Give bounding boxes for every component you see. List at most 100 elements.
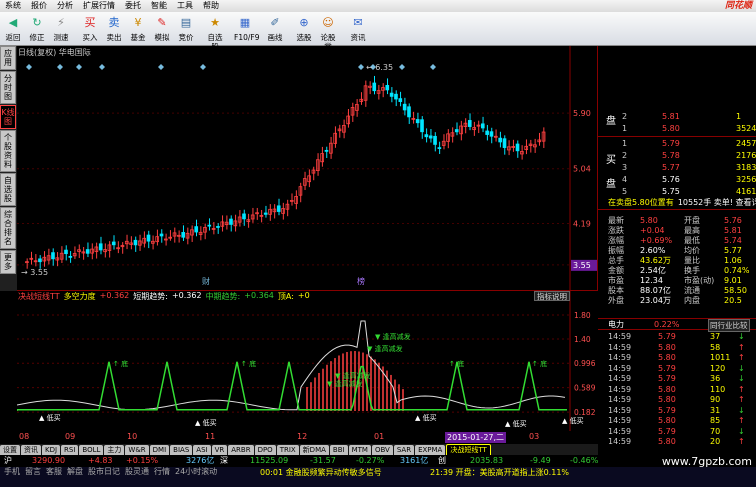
quote-label: 金额 bbox=[608, 266, 624, 275]
indicator-help-button[interactable]: 指标说明 bbox=[534, 291, 570, 301]
indicator-tab[interactable]: OBV bbox=[371, 444, 393, 455]
buy-level-row[interactable]: 4 5.76 3256 bbox=[598, 175, 756, 185]
candle-down bbox=[98, 243, 103, 251]
indicator-tab[interactable]: DMI bbox=[149, 444, 170, 455]
signal-diamond-icon bbox=[57, 64, 63, 70]
app-window: 系统 报价 分析 扩展行情 委托 智能 工具 帮助 同花顺 ◀ 返回 ↻ 修正 ⚡ 测速 买… bbox=[0, 0, 756, 487]
toolbar-back-button[interactable]: ◀ 返回 bbox=[2, 13, 24, 45]
side-tab-5[interactable]: 综合排名 bbox=[0, 207, 16, 249]
menu-smart[interactable]: 智能 bbox=[146, 0, 172, 12]
quote-row: 外盘 23.04万 内盘 20.5 bbox=[598, 296, 756, 306]
indicator-tab[interactable]: SAR bbox=[393, 444, 415, 455]
indicator-tab[interactable]: 决战短线TT bbox=[446, 444, 491, 455]
side-tab-0[interactable]: 应用 bbox=[0, 46, 16, 70]
toolbar-simulate-button[interactable]: ✎ 模拟 bbox=[151, 13, 173, 45]
menu-trade[interactable]: 委托 bbox=[120, 0, 146, 12]
bottom-link[interactable]: 客服 bbox=[46, 467, 62, 477]
toolbar-forum-button[interactable]: ☺ 论股堂 bbox=[317, 13, 339, 51]
toolbar-speed-button[interactable]: ⚡ 测速 bbox=[50, 13, 72, 45]
side-tab-4[interactable]: 自选股 bbox=[0, 173, 16, 206]
bottom-link[interactable]: 留言 bbox=[25, 467, 41, 477]
quote-value: 5.81 bbox=[724, 226, 742, 235]
news-ticker-2[interactable]: 21:39 开盘：美股高开道指上涨0.11% bbox=[430, 468, 569, 478]
toolbar-sell-button[interactable]: 卖卖出 bbox=[103, 13, 125, 45]
menu-tools[interactable]: 工具 bbox=[172, 0, 198, 12]
kline-chart[interactable]: ← 6.35 → 3.55 财 榜 5.90 5.04 4.19 3.55 bbox=[17, 46, 598, 291]
indicator-tab[interactable]: VR bbox=[211, 444, 228, 455]
sector-name[interactable]: 电力 bbox=[608, 319, 624, 330]
buy-level-row[interactable]: 2 5.78 2176 bbox=[598, 151, 756, 161]
indicator-tab[interactable]: MTM bbox=[348, 444, 371, 455]
toolbar-auction-button[interactable]: ▤ 竞价 bbox=[175, 13, 197, 45]
buy-level-row[interactable]: 5 5.75 4161 bbox=[598, 187, 756, 197]
sector-compare-button[interactable]: 同行业比较 bbox=[708, 319, 750, 332]
toolbar-f10-button[interactable]: ▦ F10/F9 bbox=[234, 13, 259, 45]
toolbar-select-button[interactable]: ⊕ 选股 bbox=[293, 13, 315, 45]
indicator-tab[interactable]: W&R bbox=[125, 444, 149, 455]
bottom-link[interactable]: 股市日记 bbox=[88, 467, 120, 477]
toolbar-fund-button[interactable]: ¥ 基金 bbox=[127, 13, 149, 45]
menu-quote[interactable]: 报价 bbox=[26, 0, 52, 12]
news-ticker-1[interactable]: 00:01 金融股频繁异动传敏多信号 bbox=[260, 468, 382, 478]
indicator-tab[interactable]: ASI bbox=[193, 444, 211, 455]
indicator-tab[interactable]: EXPMA bbox=[415, 444, 446, 455]
toolbar-news-button[interactable]: ✉ 资讯 bbox=[347, 13, 369, 45]
indicator-tab[interactable]: 主力 bbox=[104, 444, 125, 455]
indicator-tab[interactable]: BBI bbox=[329, 444, 348, 455]
tick-row: 14:59 5.80 1011 ↑ bbox=[598, 353, 756, 363]
bottom-link[interactable]: 解盘 bbox=[67, 467, 83, 477]
ind-axis-label: 0.589 bbox=[574, 384, 596, 393]
candle-down bbox=[480, 123, 485, 129]
indicator-header: 决战短线TT 多空力度 +0.362 短期趋势: +0.362 中期趋势: +0… bbox=[18, 291, 310, 302]
indicator-tab[interactable]: BIAS bbox=[170, 444, 193, 455]
indicator-tab[interactable]: KDJ bbox=[42, 444, 61, 455]
sell-level-row[interactable]: 1 5.80 3524 bbox=[598, 124, 756, 134]
indicator-tab[interactable]: DPO bbox=[254, 444, 276, 455]
side-tab-2[interactable]: K线图 bbox=[0, 105, 16, 129]
candle-down bbox=[420, 119, 424, 133]
bottom-link[interactable]: 手机 bbox=[4, 467, 20, 477]
indicator-tab[interactable]: TRIX bbox=[276, 444, 299, 455]
quote-label: 均价 bbox=[684, 246, 700, 255]
bottom-link[interactable]: 24小时滚动 bbox=[175, 467, 217, 477]
menu-system[interactable]: 系统 bbox=[0, 0, 26, 12]
indicator-panel[interactable]: 1.80 1.40 0.996 0.589 0.182 ↑ 底 ↑ 底 ↑ 底 ↑ 底 ▲ 低买 ▲… bbox=[17, 291, 598, 431]
indicator-tab[interactable]: 资讯 bbox=[21, 444, 41, 455]
tick-row: 14:59 5.80 85 ↑ bbox=[598, 416, 756, 426]
toolbar-refresh-button[interactable]: ↻ 修正 bbox=[26, 13, 48, 45]
toolbar-draw-button[interactable]: ✐ 画线 bbox=[264, 13, 286, 45]
side-tab-6[interactable]: 更多 bbox=[0, 250, 16, 274]
indicator-tab[interactable]: RSI bbox=[61, 444, 79, 455]
menu-extended[interactable]: 扩展行情 bbox=[78, 0, 120, 12]
toolbar-buy-button[interactable]: 买买入 bbox=[79, 13, 101, 45]
bottom-link[interactable]: 行情 bbox=[154, 467, 170, 477]
quote-divider bbox=[598, 209, 756, 210]
tick-row: 14:59 5.79 31 ↓ bbox=[598, 406, 756, 416]
ind-buy-label: ▲ 低买 bbox=[195, 418, 217, 427]
candle-down bbox=[515, 143, 520, 152]
x-axis-label: 10 bbox=[127, 432, 138, 441]
orderbook-note-2[interactable]: 10552手 卖单! 查看详情 bbox=[678, 198, 756, 207]
side-tab-1[interactable]: 分时图 bbox=[0, 71, 16, 104]
finance-mark[interactable]: 财 bbox=[202, 276, 210, 286]
indicator-tab[interactable]: 设置 bbox=[0, 444, 20, 455]
indicator-tab[interactable]: BOLL bbox=[79, 444, 104, 455]
toolbar-watchlist-button[interactable]: ★ 自选股 bbox=[204, 13, 226, 51]
indicator-tab[interactable]: 新DMA bbox=[299, 444, 329, 455]
x-axis-label: 08 bbox=[19, 432, 30, 441]
list-mark[interactable]: 榜 bbox=[357, 276, 365, 286]
menu-help[interactable]: 帮助 bbox=[198, 0, 224, 12]
indicator-tab[interactable]: ARBR bbox=[228, 444, 254, 455]
tick-time: 14:59 bbox=[608, 353, 632, 362]
ind-axis-label: 1.80 bbox=[574, 311, 591, 320]
indicator-name[interactable]: 决战短线TT bbox=[18, 291, 60, 302]
tick-price: 5.80 bbox=[658, 395, 676, 404]
menu-analysis[interactable]: 分析 bbox=[52, 0, 78, 12]
toolbar-label: 测速 bbox=[53, 33, 69, 42]
brand-logo: 同花顺 bbox=[724, 1, 752, 11]
buy-level-row[interactable]: 3 5.77 3183 bbox=[598, 163, 756, 173]
side-tab-3[interactable]: 个股资料 bbox=[0, 130, 16, 172]
bottom-link[interactable]: 股灵通 bbox=[125, 467, 149, 477]
buy-level-row[interactable]: 1 5.79 2457 bbox=[598, 139, 756, 149]
sell-level-row[interactable]: 2 5.81 1 bbox=[598, 112, 756, 122]
